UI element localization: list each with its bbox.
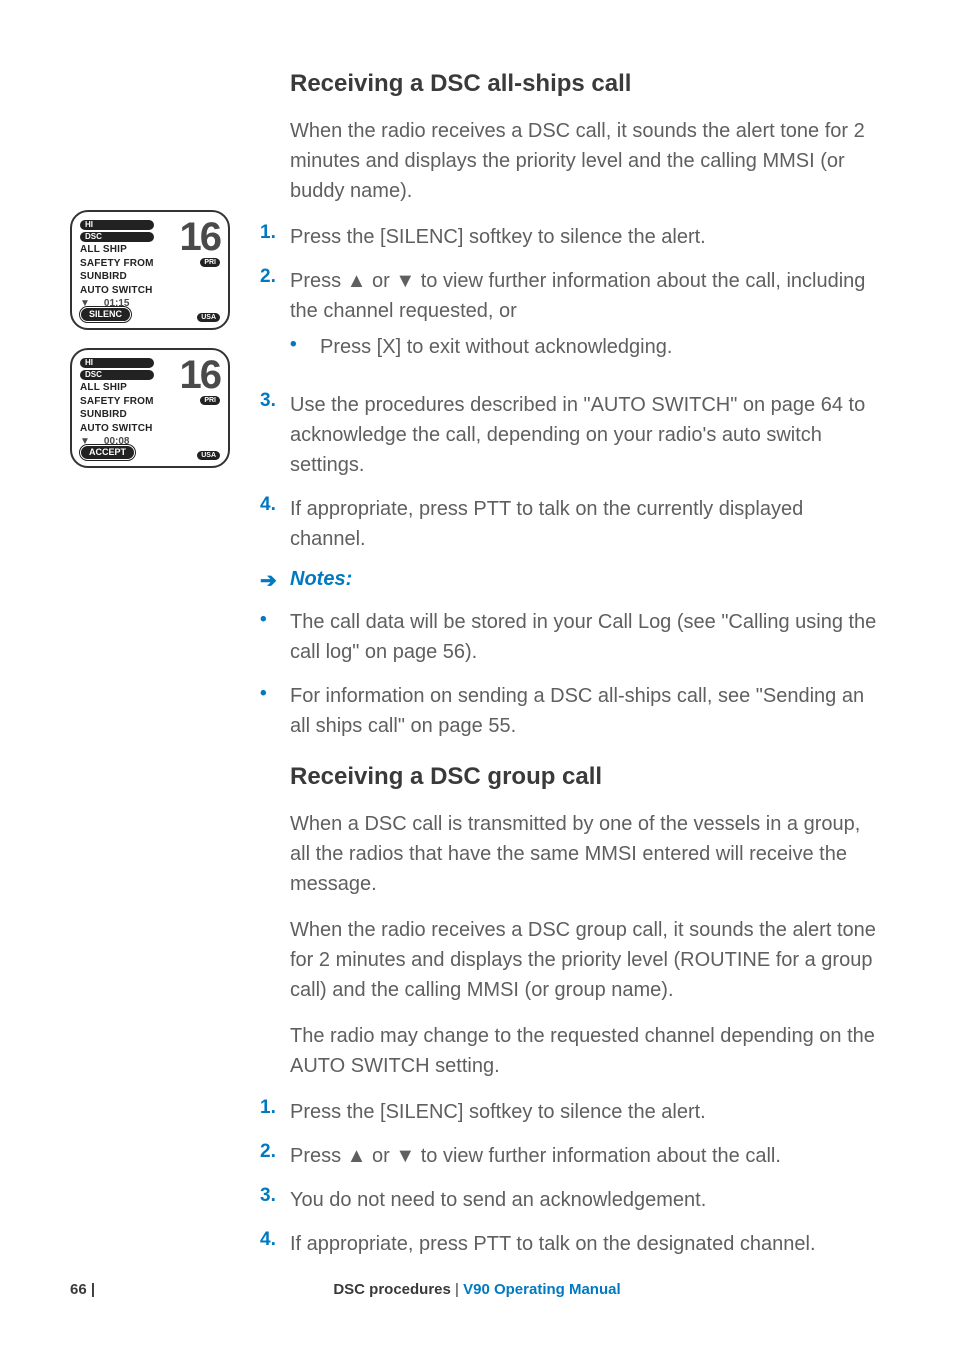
bullet-icon: • [260,681,290,741]
softkey-silenc: SILENC [80,307,131,322]
step-number: 2. [260,266,290,376]
step-text: Press ▲ or ▼ to view further information… [290,1141,884,1171]
step-number: 2. [260,1141,290,1171]
note-text: The call data will be stored in your Cal… [290,607,884,667]
bullet-icon: • [260,607,290,667]
step-text: If appropriate, press PTT to talk on the… [290,494,884,554]
page-number: 66 | [70,1281,95,1298]
footer-manual: V90 Operating Manual [463,1281,621,1298]
lcd-screen-2: HI DSC ALL SHIP SAFETY FROM SUNBIRD AUTO… [70,348,230,468]
intro-paragraph-2b: When the radio receives a DSC group call… [260,915,884,1005]
step-text: You do not need to send an acknowledgeme… [290,1185,884,1215]
channel-number: 16 [180,220,221,254]
bullet-icon: • [290,332,320,362]
step-text: Press the [SILENC] softkey to silence th… [290,222,884,252]
step-number: 1. [260,222,290,252]
dsc-indicator: DSC [80,232,154,242]
region-indicator: USA [197,451,220,460]
footer-section: DSC procedures [333,1281,451,1298]
lcd-line1: ALL SHIP [80,382,154,394]
hi-indicator: HI [80,220,154,230]
heading-group-call: Receiving a DSC group call [260,763,884,791]
lcd-screen-1: HI DSC ALL SHIP SAFETY FROM SUNBIRD AUTO… [70,210,230,330]
step-number: 1. [260,1097,290,1127]
channel-number: 16 [180,358,221,392]
note-text: For information on sending a DSC all-shi… [290,681,884,741]
step-text: Press ▲ or ▼ to view further information… [290,266,884,376]
lcd-line3: SUNBIRD [80,409,154,421]
region-indicator: USA [197,313,220,322]
footer-sep: | [451,1281,463,1298]
step-text: Press the [SILENC] softkey to silence th… [290,1097,884,1127]
pri-indicator: PRI [200,396,220,405]
heading-all-ships: Receiving a DSC all-ships call [260,70,884,98]
lcd-line2: SAFETY FROM [80,396,154,408]
step-number: 4. [260,1229,290,1259]
intro-paragraph-2a: When a DSC call is transmitted by one of… [260,809,884,899]
arrow-icon: ➔ [260,568,290,593]
lcd-line4: AUTO SWITCH [80,285,154,297]
lcd-line1: ALL SHIP [80,244,154,256]
step-text: If appropriate, press PTT to talk on the… [290,1229,884,1259]
sub-bullet-text: Press [X] to exit without acknowledging. [320,332,884,362]
pri-indicator: PRI [200,258,220,267]
step-number: 4. [260,494,290,554]
lcd-line2: SAFETY FROM [80,258,154,270]
lcd-line3: SUNBIRD [80,271,154,283]
page-footer: 66 | DSC procedures | V90 Operating Manu… [70,1281,884,1298]
intro-paragraph-2c: The radio may change to the requested ch… [260,1021,884,1081]
intro-paragraph-1: When the radio receives a DSC call, it s… [260,116,884,206]
dsc-indicator: DSC [80,370,154,380]
lcd-line4: AUTO SWITCH [80,423,154,435]
step-number: 3. [260,390,290,480]
softkey-accept: ACCEPT [80,445,135,460]
step-text: Use the procedures described in "AUTO SW… [290,390,884,480]
step-number: 3. [260,1185,290,1215]
hi-indicator: HI [80,358,154,368]
notes-heading: Notes: [290,568,352,593]
